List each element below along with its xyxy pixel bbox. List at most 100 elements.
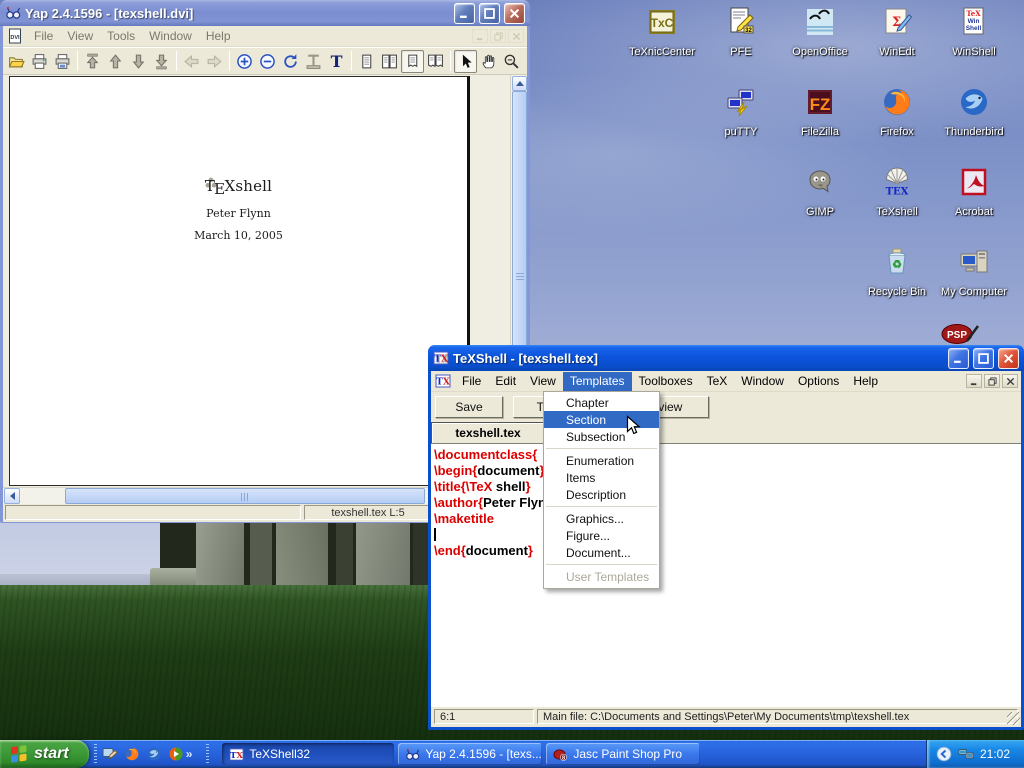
desktop-icon-winedt[interactable]: ΣWinEdt [859,6,935,58]
menu-edit[interactable]: Edit [488,372,523,391]
menu-view[interactable]: View [523,372,563,391]
menu-window[interactable]: Window [142,27,199,46]
ruler-button[interactable] [302,50,325,73]
single-page-view-button[interactable] [355,50,378,73]
menu-tex[interactable]: TeX [700,372,735,391]
desktop-icon-putty[interactable]: puTTY [703,86,779,138]
show-desktop-button[interactable] [102,746,118,762]
desktop-icon-filezilla[interactable]: FZFileZilla [782,86,858,138]
toolbar-grip[interactable] [94,744,97,765]
start-button[interactable]: start [0,740,89,768]
menu-toolboxes[interactable]: Toolboxes [632,372,700,391]
yap-titlebar[interactable]: Yap 2.4.1596 - [texshell.dvi] [0,0,530,26]
magnifier-tool-button[interactable] [500,50,523,73]
desktop-icon-firefox[interactable]: Firefox [859,86,935,138]
thunderbird-launcher-button[interactable] [146,746,162,762]
open-button[interactable] [5,50,28,73]
tab-texshell-tex[interactable]: texshell.tex [432,423,544,443]
desktop-icon-paint-shop-pro[interactable]: PSP [938,320,980,346]
menu-view[interactable]: View [60,27,100,46]
zoom-in-button[interactable] [233,50,256,73]
continuous-facing-view-button[interactable] [424,50,447,73]
menu-item-section[interactable]: Section [544,411,659,428]
horizontal-scroll-thumb[interactable] [65,488,425,504]
menu-tools[interactable]: Tools [100,27,142,46]
menu-item-subsection[interactable]: Subsection [544,428,659,445]
mdi-restore-icon[interactable] [490,29,506,43]
desktop-icon-pfe[interactable]: 32PFE [703,6,779,58]
mdi-restore-icon[interactable] [984,374,1000,388]
resize-grip[interactable] [1007,712,1020,725]
taskbar-button-yap-2-4-1596-texs[interactable]: Yap 2.4.1596 - [texs... [398,743,542,765]
network-status-icon[interactable] [958,746,974,762]
menu-item-description[interactable]: Description [544,486,659,503]
mdi-minimize-icon[interactable] [472,29,488,43]
texshell-minimize-button[interactable] [948,348,969,369]
editor-line-2[interactable]: \begin{document} [434,463,1021,479]
yap-maximize-button[interactable] [479,3,500,24]
select-tool-button[interactable] [454,50,477,73]
zoom-out-button[interactable] [256,50,279,73]
menu-options[interactable]: Options [791,372,846,391]
firefox-launcher-button[interactable] [124,746,140,762]
quick-launch-overflow-chevron[interactable]: » [186,747,193,761]
last-page-button[interactable] [150,50,173,73]
media-player-launcher-button[interactable] [168,746,184,762]
taskbar-button-jasc-paint-shop-pro[interactable]: 8Jasc Paint Shop Pro [546,743,700,765]
desktop-icon-texshell[interactable]: TEXTeXshell [859,166,935,218]
save-button[interactable]: Save [435,396,503,418]
latex-editor[interactable]: \documentclass{\begin{document}\title{\T… [431,443,1021,707]
print-button[interactable] [28,50,51,73]
yap-close-button[interactable] [504,3,525,24]
taskbar-button-texshell32[interactable]: TXTeXShell32 [222,743,394,765]
toolbar-grip[interactable] [206,744,209,765]
first-page-button[interactable] [81,50,104,73]
forward-button[interactable] [203,50,226,73]
menu-templates[interactable]: Templates [563,372,632,391]
menu-item-graphics[interactable]: Graphics... [544,510,659,527]
clock[interactable]: 21:02 [980,747,1010,761]
print-range-button[interactable] [51,50,74,73]
desktop-icon-gimp[interactable]: GIMP [782,166,858,218]
menu-file[interactable]: File [27,27,60,46]
menu-item-enumeration[interactable]: Enumeration [544,452,659,469]
menu-help[interactable]: Help [846,372,885,391]
desktop-icon-my-computer[interactable]: My Computer [936,246,1012,298]
mdi-minimize-icon[interactable] [966,374,982,388]
editor-line-6[interactable] [434,527,1021,543]
editor-line-1[interactable]: \documentclass{ [434,447,1021,463]
editor-line-3[interactable]: \title{\TeX shell} [434,479,1021,495]
editor-line-4[interactable]: \author{Peter Flynn} [434,495,1021,511]
menu-file[interactable]: File [455,372,488,391]
editor-line-5[interactable]: \maketitle [434,511,1021,527]
desktop-icon-openoffice[interactable]: OpenOffice [782,6,858,58]
editor-line-7[interactable]: \end{document} [434,543,1021,559]
desktop-icon-thunderbird[interactable]: Thunderbird [936,86,1012,138]
yap-minimize-button[interactable] [454,3,475,24]
menu-window[interactable]: Window [734,372,791,391]
scroll-up-button[interactable] [512,76,527,91]
texshell-restore-button[interactable] [973,348,994,369]
texshell-close-button[interactable] [998,348,1019,369]
previous-page-button[interactable] [104,50,127,73]
desktop-icon-texniccenter[interactable]: TxCTeXnicCenter [624,6,700,58]
desktop-icon-acrobat[interactable]: Acrobat [936,166,1012,218]
continuous-view-button[interactable] [401,50,424,73]
back-button[interactable] [180,50,203,73]
menu-item-items[interactable]: Items [544,469,659,486]
menu-help[interactable]: Help [199,27,238,46]
menu-item-chapter[interactable]: Chapter [544,394,659,411]
refresh-button[interactable] [279,50,302,73]
next-page-button[interactable] [127,50,150,73]
scroll-left-button[interactable] [4,488,20,504]
hand-tool-button[interactable] [477,50,500,73]
mdi-close-icon[interactable] [1002,374,1018,388]
texshell-titlebar[interactable]: TX TeXShell - [texshell.tex] [428,345,1024,371]
menu-item-document[interactable]: Document... [544,544,659,561]
tray-collapse-chevron-icon[interactable] [936,746,952,762]
mdi-close-icon[interactable] [508,29,524,43]
menu-item-figure[interactable]: Figure... [544,527,659,544]
desktop-icon-recycle-bin[interactable]: ♻Recycle Bin [859,246,935,298]
facing-pages-view-button[interactable] [378,50,401,73]
text-mode-button[interactable]: T [325,50,348,73]
